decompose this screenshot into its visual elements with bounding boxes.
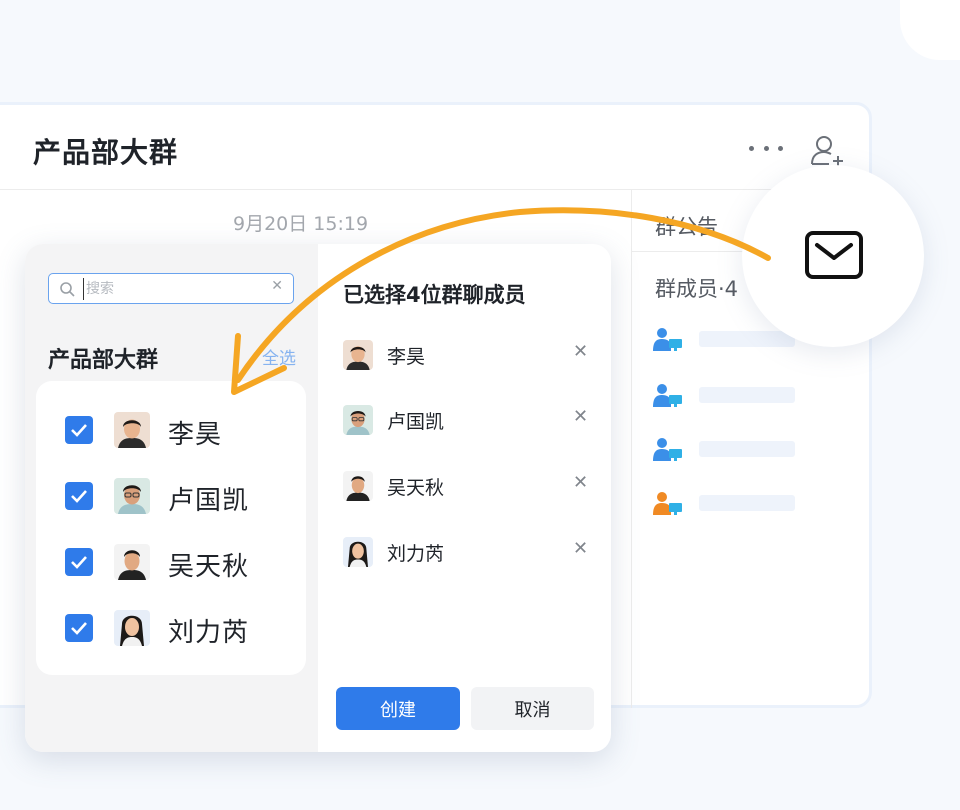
create-button[interactable]: 创建	[336, 687, 460, 730]
member-row[interactable]	[653, 383, 813, 407]
check-icon	[71, 622, 87, 635]
selected-member-name: 卢国凯	[387, 411, 445, 433]
avatar	[343, 537, 373, 567]
message-timestamp: 9月20日 15:19	[233, 213, 369, 235]
more-icon[interactable]	[749, 143, 783, 153]
member-checkbox[interactable]	[65, 416, 93, 444]
check-icon	[71, 556, 87, 569]
group-name: 产品部大群	[48, 348, 159, 373]
remove-icon[interactable]: ✕	[573, 538, 588, 559]
selected-member-name: 吴天秋	[387, 477, 445, 499]
select-all-link[interactable]: 全选	[262, 344, 296, 369]
mail-icon	[805, 231, 863, 279]
member-name-placeholder	[699, 387, 795, 403]
member-list-item[interactable]: 李昊	[36, 407, 306, 457]
selected-member: 李昊 ✕	[343, 340, 593, 376]
avatar	[343, 405, 373, 435]
selected-member: 吴天秋 ✕	[343, 471, 593, 507]
member-row[interactable]	[653, 437, 813, 461]
members-label[interactable]: 群成员·4	[655, 273, 738, 303]
member-list-item[interactable]: 吴天秋	[36, 539, 306, 589]
member-name-placeholder	[699, 441, 795, 457]
cancel-button[interactable]: 取消	[471, 687, 594, 730]
selected-member: 卢国凯 ✕	[343, 405, 593, 441]
avatar	[114, 412, 150, 448]
search-input[interactable]	[83, 278, 263, 300]
member-list-item[interactable]: 卢国凯	[36, 473, 306, 523]
avatar	[114, 544, 150, 580]
member-user-icon	[653, 492, 682, 515]
selected-member: 刘力芮 ✕	[343, 537, 593, 573]
member-list-item[interactable]: 刘力芮	[36, 605, 306, 655]
panel-divider	[631, 190, 632, 708]
selected-member-name: 刘力芮	[387, 543, 445, 565]
member-checkbox[interactable]	[65, 482, 93, 510]
member-name: 卢国凯	[168, 486, 250, 516]
member-user-icon	[653, 328, 682, 351]
selected-member-name: 李昊	[387, 346, 426, 368]
remove-icon[interactable]: ✕	[573, 472, 588, 493]
member-name: 刘力芮	[168, 618, 250, 648]
check-icon	[71, 424, 87, 437]
chat-title: 产品部大群	[33, 136, 179, 169]
add-member-icon[interactable]	[809, 133, 845, 169]
selected-title: 已选择4位群聊成员	[343, 283, 526, 307]
avatar	[114, 478, 150, 514]
member-checkbox[interactable]	[65, 614, 93, 642]
member-row[interactable]	[653, 491, 813, 515]
member-name-placeholder	[699, 331, 795, 347]
avatar	[114, 610, 150, 646]
member-name: 吴天秋	[168, 552, 250, 582]
chat-header: 产品部大群	[0, 105, 869, 190]
member-name: 李昊	[168, 420, 223, 450]
member-list: 李昊 卢国凯 吴天秋 刘力芮	[36, 381, 306, 675]
member-picker-dialog: ✕ 产品部大群 全选 李昊	[25, 244, 611, 752]
mail-badge[interactable]	[742, 165, 924, 347]
picker-left-panel: ✕ 产品部大群 全选 李昊	[25, 244, 318, 752]
search-box[interactable]: ✕	[48, 273, 294, 304]
member-name-placeholder	[699, 495, 795, 511]
avatar	[343, 471, 373, 501]
remove-icon[interactable]: ✕	[573, 406, 588, 427]
announcement-label[interactable]: 群公告	[655, 211, 718, 241]
remove-icon[interactable]: ✕	[573, 341, 588, 362]
check-icon	[71, 490, 87, 503]
search-icon	[60, 282, 75, 297]
member-checkbox[interactable]	[65, 548, 93, 576]
avatar	[343, 340, 373, 370]
clear-icon[interactable]: ✕	[271, 278, 283, 294]
member-user-icon	[653, 438, 682, 461]
member-user-icon	[653, 384, 682, 407]
